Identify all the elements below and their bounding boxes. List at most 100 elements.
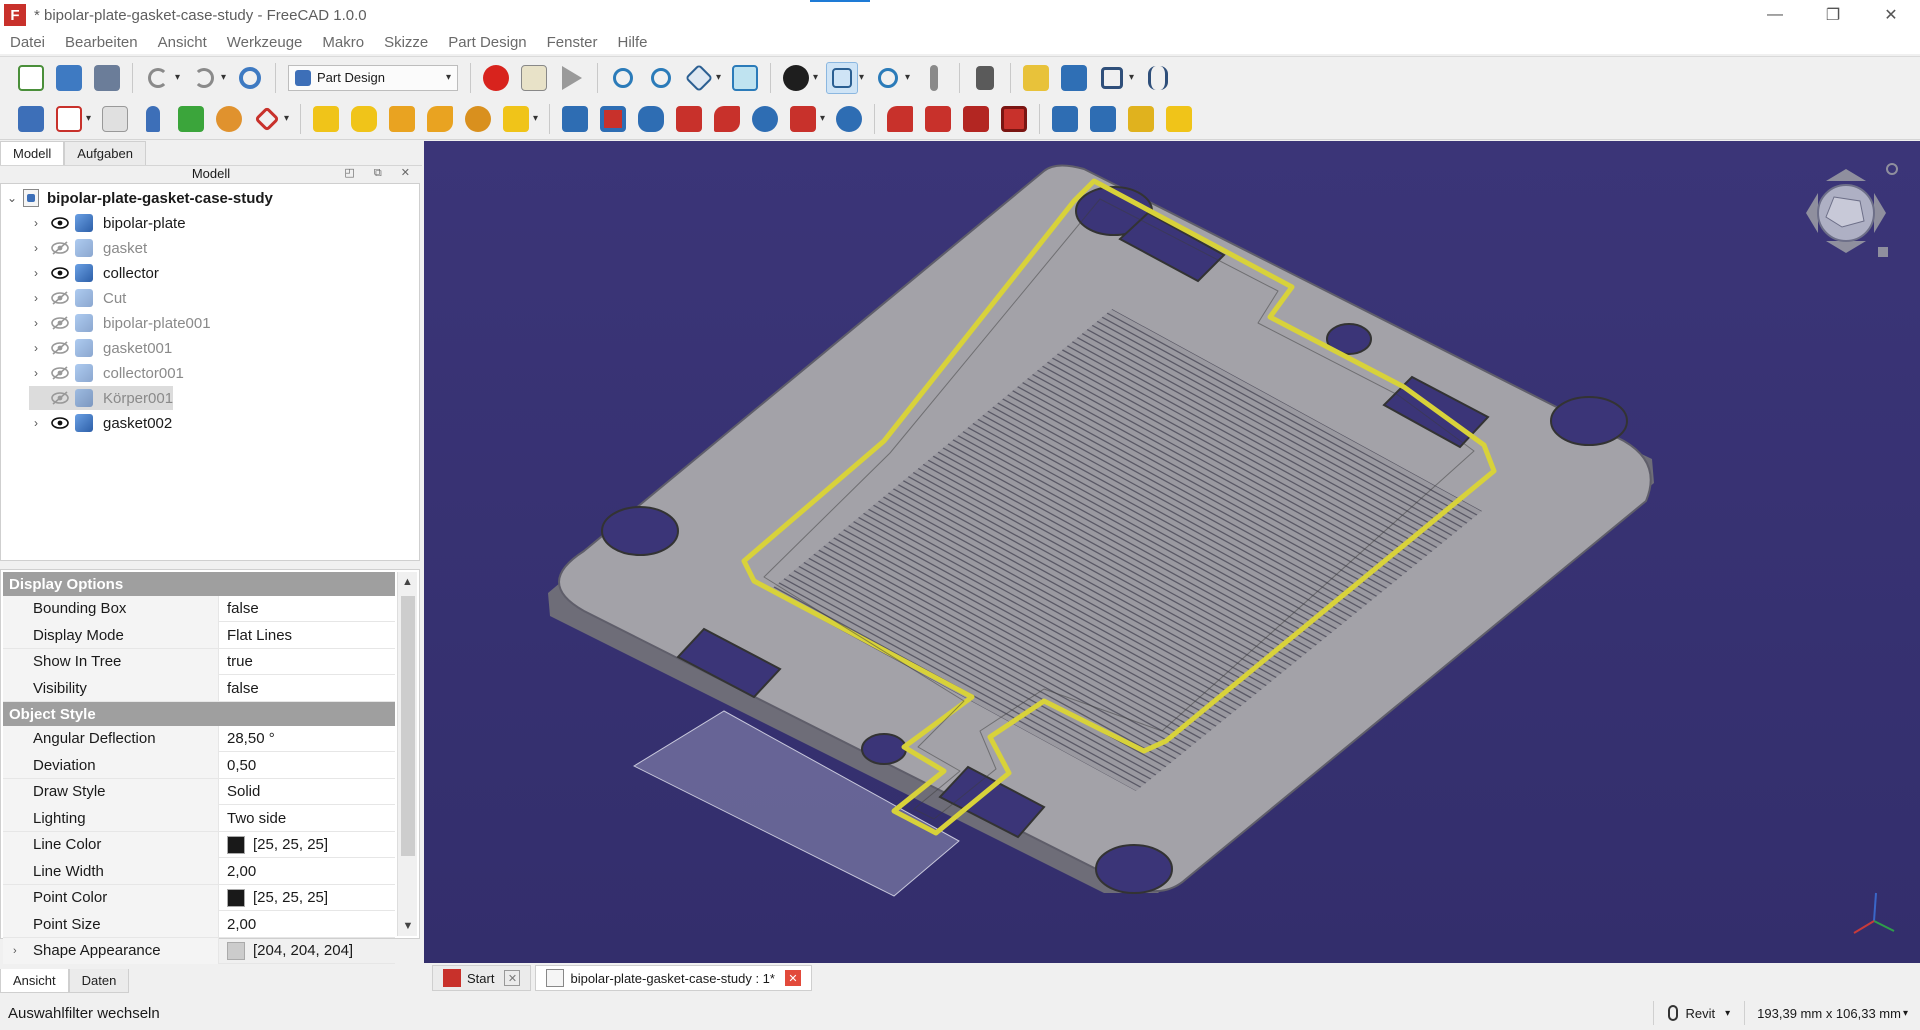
pocket-icon[interactable] [559, 103, 591, 135]
nav-arrow-up-icon[interactable] [1826, 169, 1866, 181]
record-macro-icon[interactable] [480, 62, 512, 94]
close-button[interactable]: ✕ [1862, 0, 1920, 30]
color-swatch[interactable] [227, 941, 245, 960]
create-sketch-icon[interactable] [53, 103, 85, 135]
property-row[interactable]: Display Mode Flat Lines [3, 622, 395, 649]
property-value-cell[interactable]: 28,50 ° [219, 730, 275, 747]
draft-icon[interactable] [960, 103, 992, 135]
link-dropdown-icon[interactable]: ▾ [1129, 72, 1139, 83]
view-menu-icon[interactable] [1878, 247, 1888, 257]
additive-loft-icon[interactable] [386, 103, 418, 135]
boolean-icon[interactable] [833, 103, 865, 135]
property-group-header[interactable]: Display Options [3, 572, 395, 596]
property-value-cell[interactable]: false [219, 600, 259, 617]
tree-item-k-rper001[interactable]: Körper001 [29, 386, 174, 410]
tree-item-bipolar-plate[interactable]: › bipolar-plate [29, 211, 186, 235]
tree-item-gasket002[interactable]: › gasket002 [29, 411, 172, 435]
close-tab-icon[interactable]: ✕ [784, 970, 801, 986]
expand-arrow-icon[interactable]: › [29, 366, 43, 380]
tab-daten[interactable]: Daten [68, 969, 130, 993]
mirrored-icon[interactable] [1049, 103, 1081, 135]
dimensions-readout[interactable]: 193,39 mm x 106,33 mm ▾ [1744, 1001, 1920, 1025]
menu-ansicht[interactable]: Ansicht [148, 34, 217, 51]
scroll-up-icon[interactable]: ▲ [398, 572, 417, 592]
property-value-cell[interactable]: 2,00 [219, 863, 256, 880]
measurement-tool-icon[interactable] [918, 62, 950, 94]
eye-hidden-icon[interactable] [51, 291, 69, 305]
groove-icon[interactable] [635, 103, 667, 135]
property-value-cell[interactable]: 0,50 [219, 757, 256, 774]
subtractive-helix-icon[interactable] [749, 103, 781, 135]
tab-aufgaben[interactable]: Aufgaben [64, 141, 146, 165]
menu-makro[interactable]: Makro [312, 34, 374, 51]
maximize-button[interactable]: ❐ [1804, 0, 1862, 30]
expand-arrow-icon[interactable]: › [29, 266, 43, 280]
redo-dropdown-icon[interactable]: ▾ [221, 72, 231, 83]
subtractive-pipe-icon[interactable] [711, 103, 743, 135]
property-row[interactable]: Point Size 2,00 [3, 911, 395, 938]
property-row[interactable]: Point Color [25, 25, 25] [3, 884, 395, 911]
pad-icon[interactable] [310, 103, 342, 135]
zoom-dropdown-icon[interactable]: ▾ [905, 72, 915, 83]
expand-arrow-icon[interactable]: › [29, 241, 43, 255]
property-row[interactable]: Line Width 2,00 [3, 858, 395, 885]
tree-item-bipolar-plate001[interactable]: › bipolar-plate001 [29, 311, 211, 335]
menu-werkzeuge[interactable]: Werkzeuge [217, 34, 313, 51]
eye-hidden-icon[interactable] [51, 241, 69, 255]
clone-icon[interactable] [137, 103, 169, 135]
scroll-down-icon[interactable]: ▼ [398, 916, 418, 936]
additive-helix-icon[interactable] [462, 103, 494, 135]
rotate-view-icon[interactable] [1886, 163, 1898, 175]
datum-dropdown-icon[interactable]: ▾ [284, 113, 294, 124]
additive-primitive-dropdown-icon[interactable]: ▾ [533, 113, 543, 124]
polar-pattern-icon[interactable] [1125, 103, 1157, 135]
save-document-icon[interactable] [91, 62, 123, 94]
view-dropdown-icon[interactable]: ▾ [716, 72, 726, 83]
color-swatch[interactable] [227, 888, 245, 907]
refresh-icon[interactable] [234, 62, 266, 94]
revolution-icon[interactable] [348, 103, 380, 135]
draw-style-dropdown-icon[interactable]: ▾ [813, 72, 823, 83]
bounding-box-dropdown-icon[interactable]: ▾ [859, 72, 869, 83]
property-row[interactable]: Line Color [25, 25, 25] [3, 831, 395, 858]
expand-arrow-icon[interactable]: › [13, 945, 17, 957]
menu-fenster[interactable]: Fenster [537, 34, 608, 51]
macro-editor-icon[interactable] [518, 62, 550, 94]
menu-bearbeiten[interactable]: Bearbeiten [55, 34, 148, 51]
hole-icon[interactable] [597, 103, 629, 135]
menu-hilfe[interactable]: Hilfe [608, 34, 658, 51]
tree-document-row[interactable]: ⌄ bipolar-plate-gasket-case-study [5, 186, 273, 210]
bipolar-plate-model[interactable] [424, 141, 1920, 963]
tree-item-cut[interactable]: › Cut [29, 286, 126, 310]
scroll-thumb[interactable] [401, 596, 415, 856]
nav-arrow-left-icon[interactable] [1806, 193, 1818, 233]
eye-icon[interactable] [51, 416, 69, 430]
minimize-button[interactable]: — [1746, 0, 1804, 30]
property-value-cell[interactable]: Two side [219, 810, 286, 827]
fillet-icon[interactable] [884, 103, 916, 135]
tree-item-gasket001[interactable]: › gasket001 [29, 336, 172, 360]
property-value-cell[interactable]: Solid [219, 783, 260, 800]
navigation-style-selector[interactable]: Revit ▾ [1652, 1001, 1745, 1025]
tree-item-collector001[interactable]: › collector001 [29, 361, 184, 385]
subtractive-primitive-dropdown-icon[interactable]: ▾ [820, 113, 830, 124]
subtractive-loft-icon[interactable] [673, 103, 705, 135]
document-tab[interactable]: Start ✕ [432, 965, 532, 991]
workbench-selector[interactable]: Part Design ▾ [288, 64, 458, 91]
open-document-icon[interactable] [53, 62, 85, 94]
undo-dropdown-icon[interactable]: ▾ [175, 72, 185, 83]
run-macro-icon[interactable] [556, 62, 588, 94]
create-body-icon[interactable] [15, 103, 47, 135]
expand-arrow-icon[interactable]: › [29, 316, 43, 330]
color-swatch[interactable] [227, 835, 245, 854]
fit-selection-icon[interactable] [645, 62, 677, 94]
bounding-box-icon[interactable] [826, 61, 858, 94]
sub-shape-binder-icon[interactable] [213, 103, 245, 135]
property-value-cell[interactable]: false [219, 680, 259, 697]
eye-icon[interactable] [51, 216, 69, 230]
property-row[interactable]: Show In Tree true [3, 648, 395, 675]
property-value-cell[interactable]: Flat Lines [219, 627, 292, 644]
menu-part-design[interactable]: Part Design [438, 34, 536, 51]
collapse-arrow-icon[interactable]: ⌄ [5, 191, 19, 205]
linear-pattern-icon[interactable] [1087, 103, 1119, 135]
